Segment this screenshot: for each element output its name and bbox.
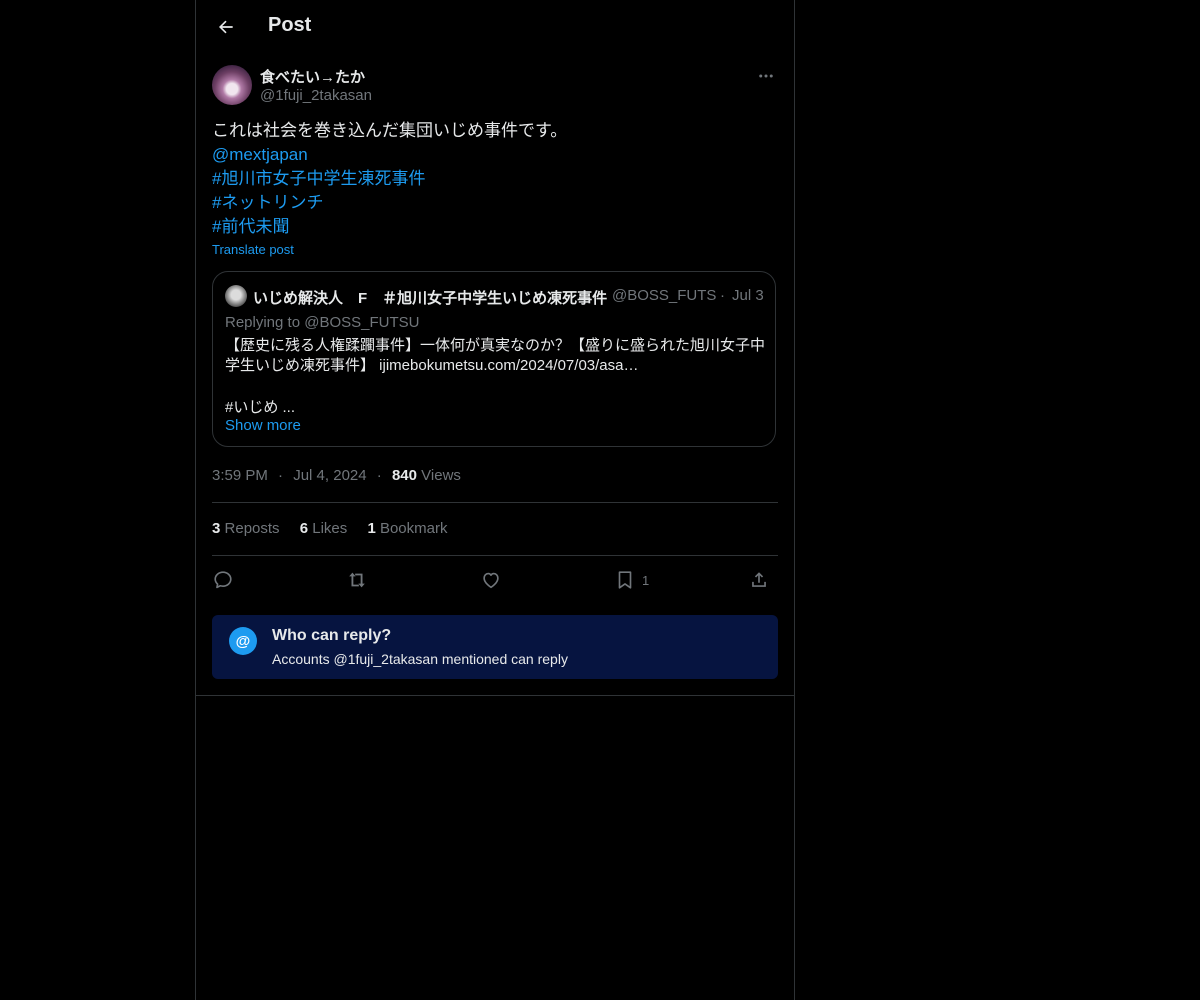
share-button[interactable] [748,566,770,594]
quoted-text-line: 【歴史に残る人権蹂躙事件】一体何が真実なのか？【盛りに盛られた旭川女子中 [225,337,766,354]
divider [196,695,794,696]
main-column: Post 食べたい→たか @1fuji_2takasan これは社会を巻き込んだ… [195,0,795,1000]
who-can-reply-notice: @ Who can reply? Accounts @1fuji_2takasa… [212,615,778,679]
likes-label: Likes [312,520,348,537]
likes-stat[interactable]: 6 Likes [300,520,348,537]
bookmarks-count: 1 [367,520,376,537]
mention-link[interactable]: @mextjapan [212,143,778,167]
views-label: Views [421,467,461,484]
hashtag-link[interactable]: #前代未聞 [212,215,778,239]
views-count: 840 [391,467,417,484]
who-can-reply-subtitle: Accounts @1fuji_2takasan mentioned can r… [272,651,568,667]
quoted-text: 【歴史に残る人権蹂躙事件】一体何が真実なのか？【盛りに盛られた旭川女子中 学生い… [225,336,770,376]
post-time[interactable]: 3:59 PM [212,467,268,484]
separator-dot: · [278,467,284,484]
avatar[interactable] [212,65,252,105]
translate-post-link[interactable]: Translate post [212,242,294,257]
share-icon [752,572,766,587]
divider [212,502,778,503]
reposts-stat[interactable]: 3 Reposts [212,520,280,537]
more-horizontal-icon [759,74,773,78]
quoted-author-name: いじめ解決人 F ＃旭川女子中学生いじめ凍死事件 [253,290,608,307]
replying-to: Replying to @BOSS_FUTSU [225,314,420,331]
reply-icon [214,571,232,589]
header: Post [196,0,794,54]
page-title: Post [268,14,312,36]
like-button[interactable] [480,566,502,594]
separator-dot: · [720,287,725,304]
quoted-hashtag-line: #いじめ ... [225,399,296,416]
bookmark-count: 1 [642,572,650,588]
author-handle[interactable]: @1fuji_2takasan [260,87,372,104]
quoted-post-header: いじめ解決人 F ＃旭川女子中学生いじめ凍死事件 @BOSS_FUTSU · J… [225,285,765,307]
hashtag-link[interactable]: #ネットリンチ [212,191,778,215]
arrow-left-icon [219,20,233,34]
author-display-name[interactable]: 食べたい→たか [260,66,365,87]
repost-button[interactable] [346,566,368,594]
bookmark-button[interactable]: 1 [614,566,649,594]
repost-icon [349,572,365,588]
quoted-avatar [225,285,247,307]
bookmarks-stat[interactable]: 1 Bookmark [367,520,447,537]
likes-count: 6 [299,520,309,537]
at-icon: @ [229,627,257,655]
who-can-reply-title: Who can reply? [272,627,392,644]
quoted-text-line: 学生いじめ凍死事件】 ijimebokumetsu.com/2024/07/03… [225,357,639,374]
back-button[interactable] [210,11,242,43]
divider [212,555,778,556]
action-bar: 1 [212,566,778,594]
reposts-label: Reposts [224,520,280,537]
show-more-link[interactable]: Show more [225,417,301,434]
post-meta: 3:59 PM · Jul 4, 2024 · 840 Views [212,467,461,484]
quoted-post[interactable]: いじめ解決人 F ＃旭川女子中学生いじめ凍死事件 @BOSS_FUTSU · J… [212,271,776,447]
quoted-date: Jul 3 [732,287,764,304]
post-date[interactable]: Jul 4, 2024 [293,467,366,484]
hashtag-link[interactable]: #旭川市女子中学生凍死事件 [212,167,778,191]
post-stats: 3 Reposts 6 Likes 1 Bookmark [212,520,463,537]
more-options-button[interactable] [754,64,778,88]
bookmarks-label: Bookmark [379,520,448,537]
post-author: 食べたい→たか @1fuji_2takasan [212,64,778,106]
reposts-count: 3 [212,520,221,537]
post-text-line: これは社会を巻き込んだ集団いじめ事件です。 [212,121,568,140]
reply-button[interactable] [212,566,234,594]
quoted-author-handle: @BOSS_FUTSU [612,287,716,304]
heart-icon [483,572,499,589]
bookmark-icon [618,571,632,589]
separator-dot: · [376,467,382,484]
post-text: これは社会を巻き込んだ集団いじめ事件です。 @mextjapan #旭川市女子中… [212,119,778,239]
